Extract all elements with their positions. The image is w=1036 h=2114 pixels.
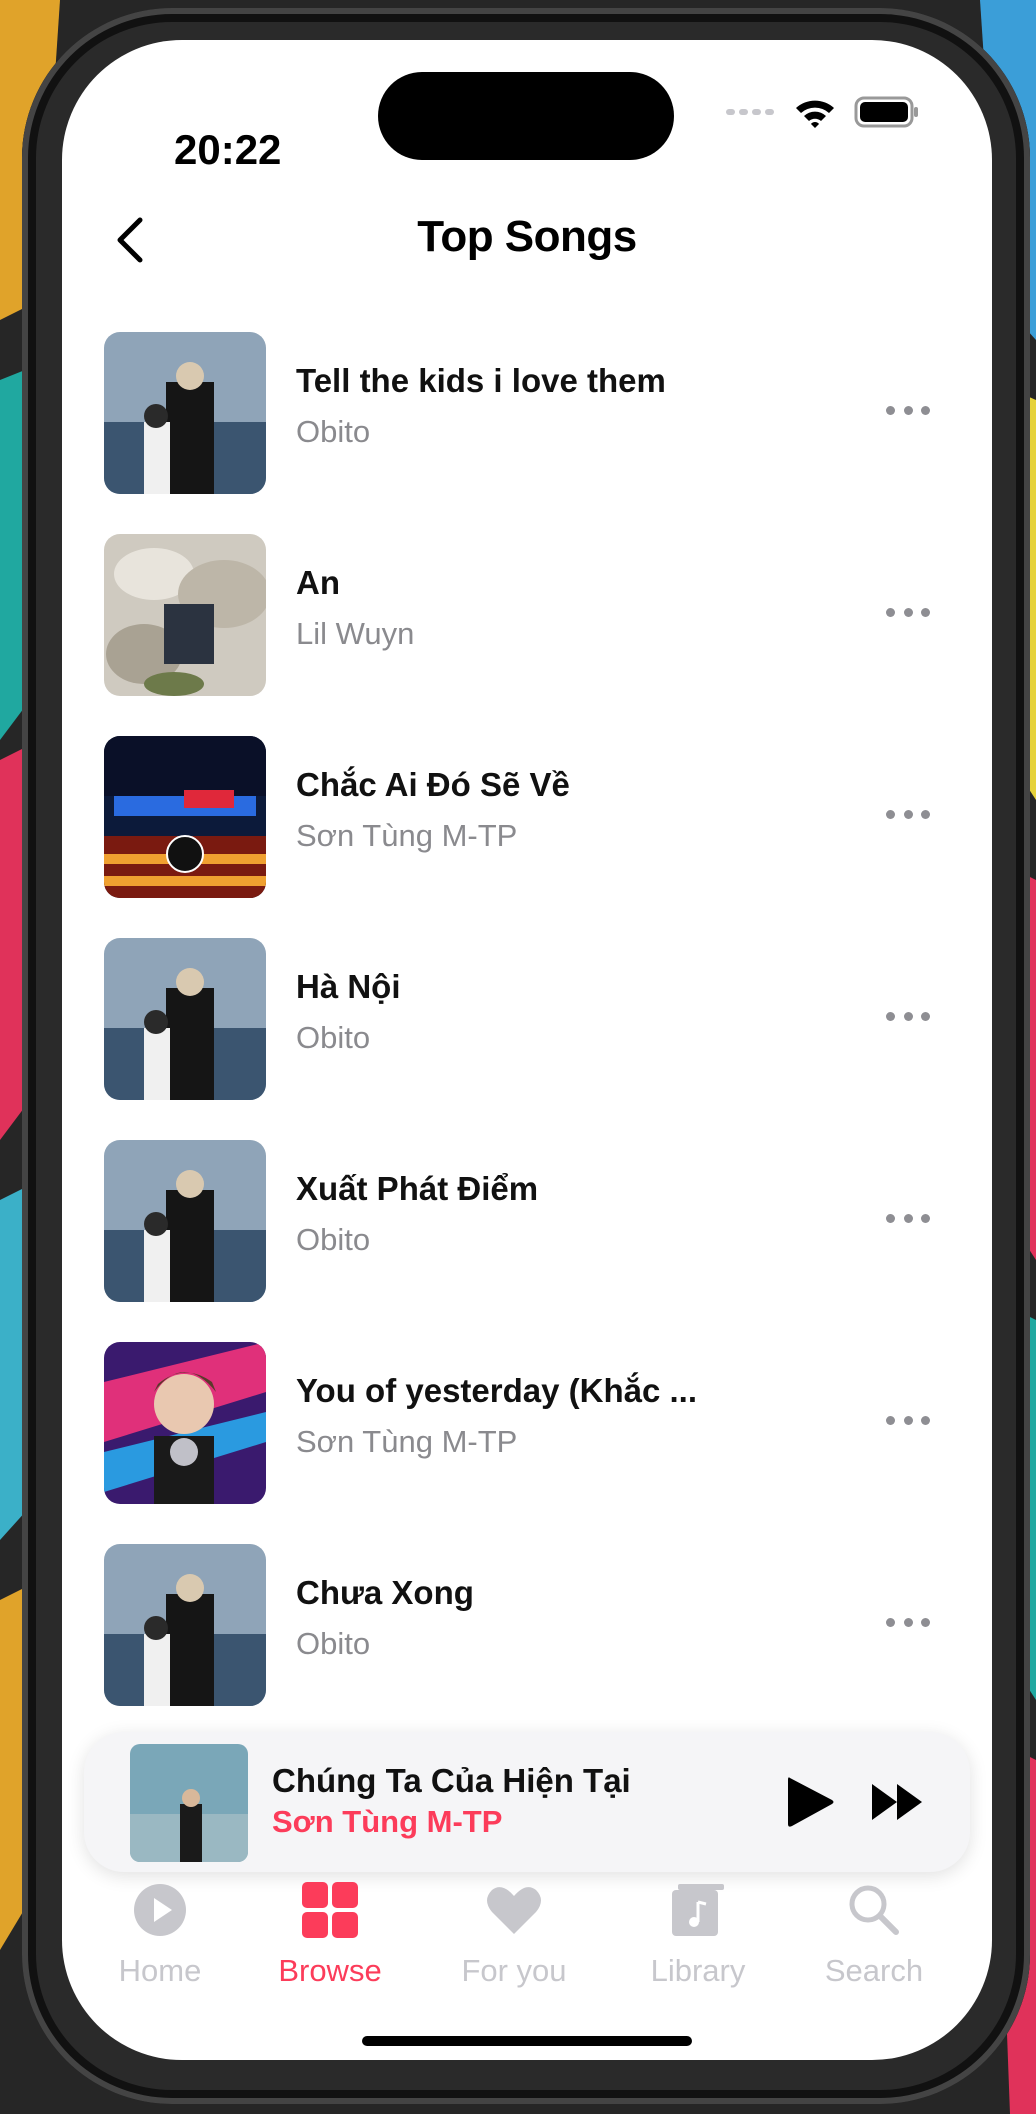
song-row[interactable]: Hà Nội Obito	[84, 916, 970, 1118]
song-title: Hà Nội	[296, 968, 401, 1005]
tab-home[interactable]: Home	[80, 1880, 240, 1989]
ellipsis-icon	[886, 1617, 895, 1627]
more-options-button[interactable]	[886, 1408, 930, 1432]
tab-label: Search	[824, 1953, 924, 1988]
more-options-button[interactable]	[886, 600, 930, 624]
status-icons	[726, 96, 920, 128]
song-artist: Obito	[296, 1020, 371, 1055]
play-button[interactable]	[784, 1774, 836, 1830]
wifi-icon	[796, 100, 834, 128]
now-playing-cover	[130, 1744, 248, 1862]
ellipsis-icon	[886, 1415, 895, 1425]
song-title: Chưa Xong	[296, 1574, 474, 1611]
music-library-icon	[672, 1884, 724, 1936]
album-cover	[104, 1544, 266, 1706]
signal-icon	[726, 109, 774, 115]
now-playing-title: Chúng Ta Của Hiện Tại	[272, 1762, 631, 1799]
song-row[interactable]: Chắc Ai Đó Sẽ Về Sơn Tùng M-TP	[84, 714, 970, 916]
tab-label: Library	[650, 1953, 746, 1988]
ellipsis-icon	[886, 1011, 895, 1021]
tab-label: Browse	[278, 1953, 382, 1988]
song-title: Xuất Phát Điểm	[296, 1170, 539, 1207]
song-title: Chắc Ai Đó Sẽ Về	[296, 766, 570, 803]
ellipsis-icon	[886, 809, 895, 819]
song-row[interactable]: An Lil Wuyn	[84, 512, 970, 714]
fast-forward-button[interactable]	[870, 1780, 926, 1824]
album-cover	[104, 736, 266, 898]
song-artist: Obito	[296, 1222, 371, 1257]
dynamic-island	[378, 72, 674, 160]
ellipsis-icon	[886, 1213, 895, 1223]
album-cover	[104, 1342, 266, 1504]
tab-label: Home	[118, 1953, 202, 1988]
home-indicator[interactable]	[362, 2036, 692, 2046]
tab-for-you[interactable]: For you	[434, 1880, 594, 1989]
more-options-button[interactable]	[886, 802, 930, 826]
tab-browse[interactable]: Browse	[250, 1880, 410, 1989]
album-cover	[104, 332, 266, 494]
battery-icon	[854, 96, 918, 128]
more-options-button[interactable]	[886, 1004, 930, 1028]
ellipsis-icon	[886, 405, 895, 415]
app-screen: 20:22 Top Songs Tell the kids i love the…	[62, 40, 992, 2060]
song-artist: Sơn Tùng M-TP	[296, 818, 518, 853]
grid-icon	[302, 1882, 358, 1938]
play-circle-icon	[134, 1884, 186, 1936]
status-time: 20:22	[174, 126, 282, 173]
tab-library[interactable]: Library	[618, 1880, 778, 1989]
song-artist: Obito	[296, 414, 371, 449]
tab-label: For you	[461, 1953, 567, 1988]
song-artist: Lil Wuyn	[296, 616, 415, 651]
song-artist: Obito	[296, 1626, 371, 1661]
play-icon	[788, 1777, 834, 1827]
song-title: Tell the kids i love them	[296, 362, 666, 399]
tab-bar: Home Browse For you Library Search	[62, 1880, 992, 2000]
fast-forward-icon	[872, 1784, 922, 1820]
song-title: You of yesterday (Khắc ...	[296, 1372, 697, 1409]
ellipsis-icon	[886, 607, 895, 617]
now-playing-artist: Sơn Tùng M-TP	[272, 1804, 503, 1839]
song-row[interactable]: Xuất Phát Điểm Obito	[84, 1118, 970, 1320]
album-cover	[104, 534, 266, 696]
album-cover	[104, 1140, 266, 1302]
song-row[interactable]: Tell the kids i love them Obito	[84, 310, 970, 512]
song-list[interactable]: Tell the kids i love them Obito An Lil W…	[84, 310, 970, 1724]
song-row[interactable]: Chưa Xong Obito	[84, 1522, 970, 1724]
more-options-button[interactable]	[886, 1206, 930, 1230]
heart-icon	[487, 1887, 541, 1934]
song-title: An	[296, 564, 340, 601]
song-artist: Sơn Tùng M-TP	[296, 1424, 518, 1459]
album-cover	[104, 938, 266, 1100]
search-icon	[849, 1885, 899, 1935]
song-row[interactable]: You of yesterday (Khắc ... Sơn Tùng M-TP	[84, 1320, 970, 1522]
nav-header: Top Songs	[62, 190, 992, 290]
page-title: Top Songs	[417, 212, 637, 261]
mini-player[interactable]: Chúng Ta Của Hiện Tại Sơn Tùng M-TP	[84, 1732, 970, 1872]
tab-search[interactable]: Search	[794, 1880, 954, 1989]
more-options-button[interactable]	[886, 398, 930, 422]
more-options-button[interactable]	[886, 1610, 930, 1634]
